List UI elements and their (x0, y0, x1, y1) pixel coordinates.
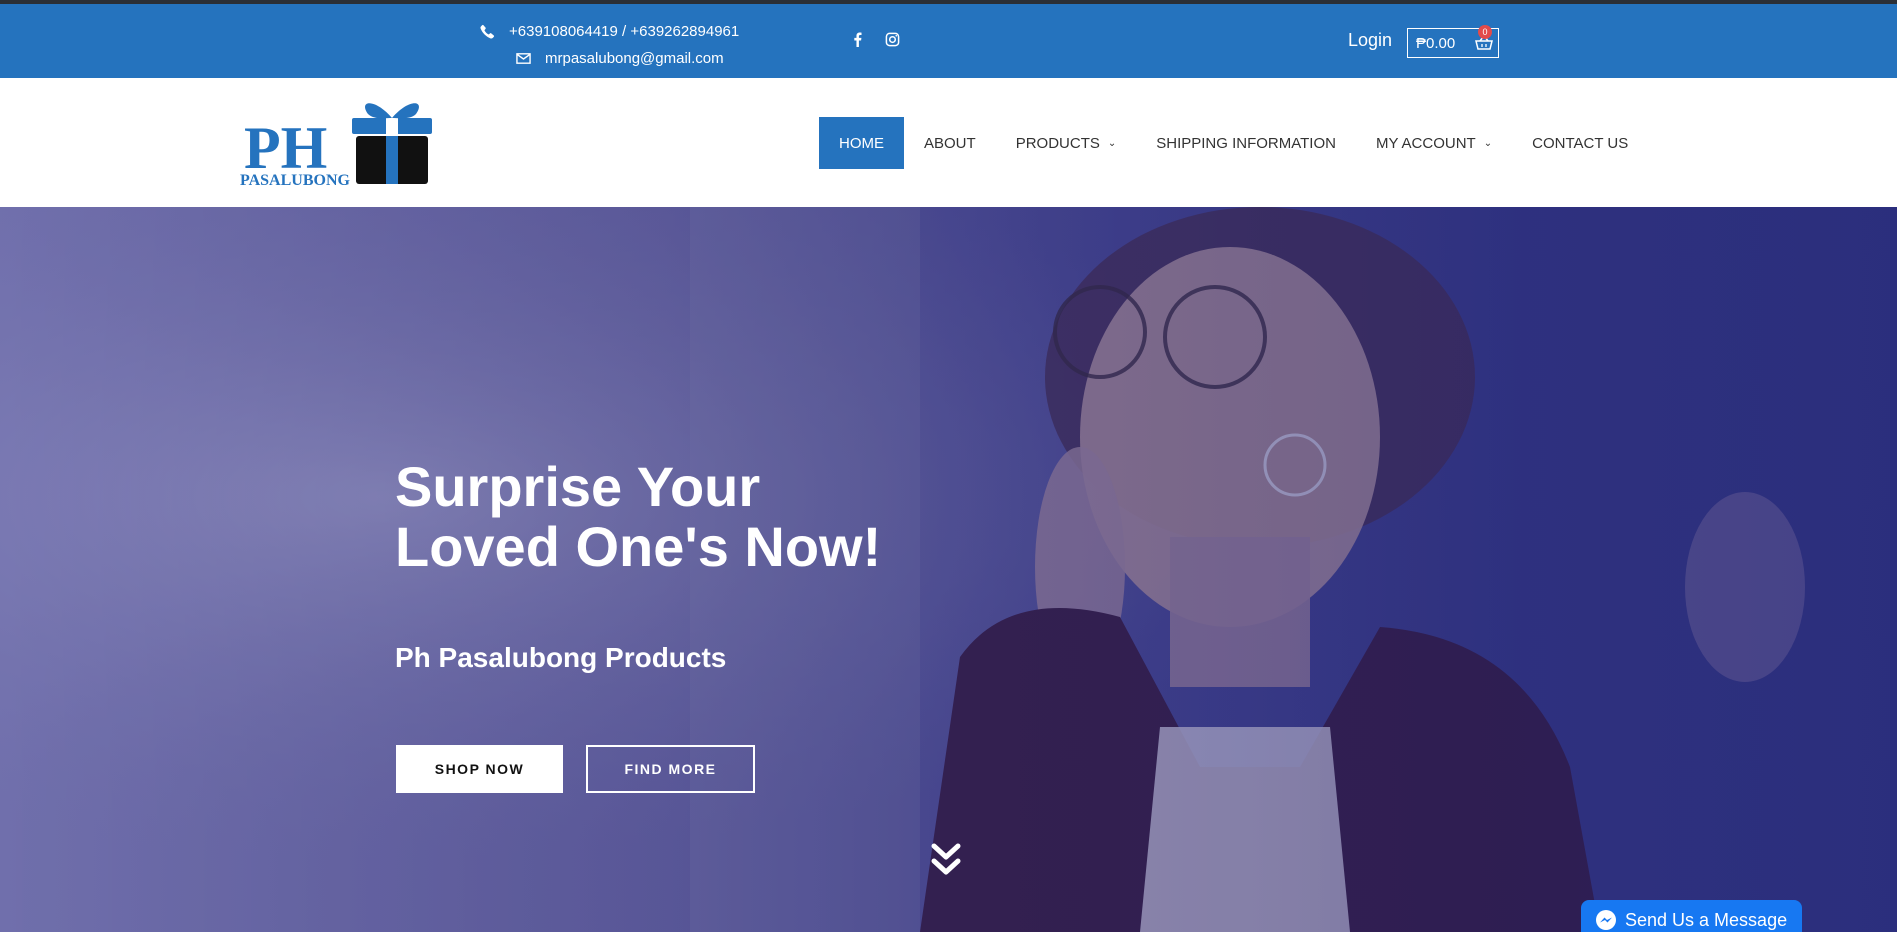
svg-text:PASALUBONG: PASALUBONG (240, 172, 350, 188)
nav-my-account-label: MY ACCOUNT (1375, 134, 1476, 152)
email-row: mrpasalubong@gmail.com (480, 45, 739, 72)
double-chevron-down-icon[interactable] (930, 842, 962, 878)
hero-banner: Surprise Your Loved One's Now! Ph Pasalu… (0, 207, 1897, 932)
phone-icon (480, 24, 495, 39)
main-nav: HOME ABOUT PRODUCTS ⌄ SHIPPING INFORMATIO… (819, 117, 1648, 169)
social-links (850, 32, 900, 47)
nav-products-label: PRODUCTS (1015, 134, 1100, 152)
nav-about-label: ABOUT (924, 134, 976, 152)
instagram-icon[interactable] (885, 32, 900, 47)
hero-subtitle: Ph Pasalubong Products (395, 642, 727, 673)
top-info-bar: +639108064419 / +639262894961 mrpasalubo… (0, 4, 1897, 78)
hero-title-line1: Surprise Your (395, 455, 761, 518)
hero-title: Surprise Your Loved One's Now! (395, 457, 955, 577)
messenger-icon (1596, 910, 1616, 930)
nav-shipping-information[interactable]: SHIPPING INFORMATION (1136, 117, 1356, 169)
hero-title-line2: Loved One's Now! (395, 515, 882, 578)
phone-row: +639108064419 / +639262894961 (480, 18, 739, 45)
nav-home-label: HOME (839, 134, 884, 152)
nav-my-account[interactable]: MY ACCOUNT ⌄ (1356, 117, 1512, 169)
contact-info: +639108064419 / +639262894961 mrpasalubo… (480, 18, 739, 72)
phone-numbers[interactable]: +639108064419 / +639262894961 (509, 18, 739, 45)
shop-now-button[interactable]: SHOP NOW (396, 745, 563, 793)
envelope-icon (516, 53, 531, 64)
cart-count-badge: 0 (1478, 25, 1492, 39)
ph-pasalubong-logo[interactable]: PH PASALUBONG (240, 88, 440, 188)
site-header: PH PASALUBONG HOME ABOUT PRODUCTS ⌄ SHIPP… (0, 78, 1897, 207)
nav-home[interactable]: HOME (819, 117, 904, 169)
nav-products[interactable]: PRODUCTS ⌄ (996, 117, 1137, 169)
messenger-label: Send Us a Message (1625, 909, 1788, 930)
cart-button[interactable]: ₱0.00 0 (1407, 25, 1499, 58)
cart-total: ₱0.00 (1416, 34, 1456, 52)
nav-contact-us[interactable]: CONTACT US (1512, 117, 1648, 169)
facebook-icon[interactable] (850, 32, 865, 47)
login-link[interactable]: Login (1348, 30, 1392, 51)
nav-shipping-label: SHIPPING INFORMATION (1156, 134, 1336, 152)
find-more-button[interactable]: FIND MORE (586, 745, 755, 793)
email-address[interactable]: mrpasalubong@gmail.com (545, 45, 724, 72)
chevron-down-icon: ⌄ (1483, 137, 1493, 149)
nav-contact-label: CONTACT US (1532, 134, 1629, 152)
chevron-down-icon: ⌄ (1107, 137, 1117, 149)
messenger-chat-button[interactable]: Send Us a Message (1581, 900, 1802, 932)
nav-about[interactable]: ABOUT (904, 117, 996, 169)
